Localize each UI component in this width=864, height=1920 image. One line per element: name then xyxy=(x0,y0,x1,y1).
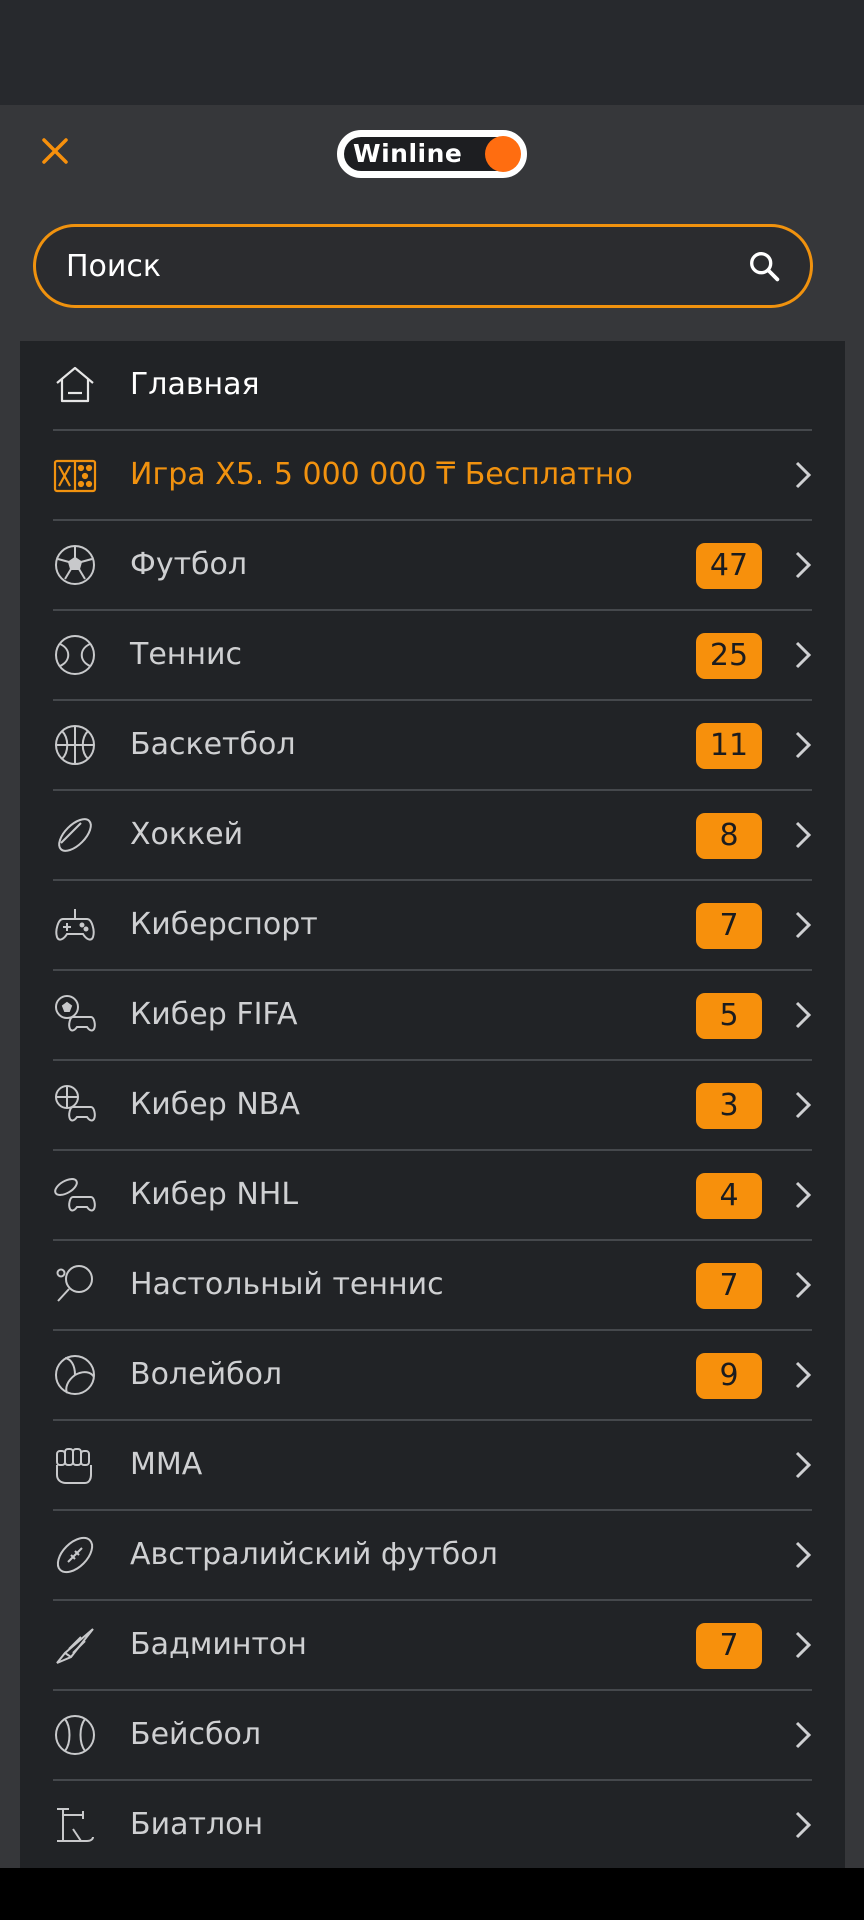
chevron-right-icon xyxy=(795,551,812,579)
menu-item-label: Футбол xyxy=(130,547,248,582)
event-count-badge: 11 xyxy=(696,723,762,769)
chevron-right-icon xyxy=(795,1451,812,1479)
home-icon xyxy=(56,366,94,403)
search-box[interactable] xyxy=(33,224,813,308)
menu-item-promo-x5[interactable]: Игра X5. 5 000 000 ₸ Бесплатно xyxy=(53,431,812,521)
soccer-ball-icon xyxy=(55,545,95,585)
close-icon xyxy=(42,138,68,164)
menu-item-label: Бейсбол xyxy=(130,1717,262,1752)
menu-item-label: Бадминтон xyxy=(130,1627,307,1662)
menu-item-badminton[interactable]: Бадминтон 7 xyxy=(53,1601,812,1691)
basketball-icon xyxy=(55,725,95,765)
event-count-badge: 25 xyxy=(696,633,762,679)
chevron-right-icon xyxy=(795,461,812,489)
menu-item-cyber-fifa[interactable]: Кибер FIFA 5 xyxy=(53,971,812,1061)
dice-x5-icon xyxy=(53,459,97,493)
event-count-badge: 8 xyxy=(696,813,762,859)
event-count-badge: 5 xyxy=(696,993,762,1039)
gamepad-icon xyxy=(55,909,95,941)
event-count-badge: 7 xyxy=(696,1623,762,1669)
menu-item-mma[interactable]: ММА xyxy=(53,1421,812,1511)
hockey-puck-icon xyxy=(58,818,92,852)
menu-item-label: Теннис xyxy=(130,637,243,672)
menu-item-baseball[interactable]: Бейсбол xyxy=(53,1691,812,1781)
menu-item-australian-football[interactable]: Австралийский футбол xyxy=(53,1511,812,1601)
event-count-badge: 4 xyxy=(696,1173,762,1219)
chevron-right-icon xyxy=(795,1631,812,1659)
logo-text: Winline xyxy=(353,139,463,168)
menu-item-label: Игра X5. 5 000 000 ₸ Бесплатно xyxy=(130,457,633,492)
chevron-right-icon xyxy=(795,821,812,849)
event-count-badge: 7 xyxy=(696,903,762,949)
cyber-nhl-icon xyxy=(54,1178,96,1212)
menu-item-hockey[interactable]: Хоккей 8 xyxy=(53,791,812,881)
chevron-right-icon xyxy=(795,1721,812,1749)
menu-item-label: Киберспорт xyxy=(130,907,318,942)
search-input[interactable] xyxy=(66,241,706,291)
menu-item-cyber-nba[interactable]: Кибер NBA 3 xyxy=(53,1061,812,1151)
menu-item-label: ММА xyxy=(130,1447,203,1482)
logo-dot xyxy=(485,136,521,172)
menu-item-esports[interactable]: Киберспорт 7 xyxy=(53,881,812,971)
menu-item-football[interactable]: Футбол 47 xyxy=(53,521,812,611)
menu-item-basketball[interactable]: Баскетбол 11 xyxy=(53,701,812,791)
event-count-badge: 3 xyxy=(696,1083,762,1129)
event-count-badge: 7 xyxy=(696,1263,762,1309)
volleyball-icon xyxy=(55,1355,95,1395)
menu-item-label: Главная xyxy=(130,367,260,402)
menu-item-label: Настольный теннис xyxy=(130,1267,444,1302)
winline-logo: Winline xyxy=(337,130,527,178)
menu-item-label: Хоккей xyxy=(130,817,244,852)
sports-menu: Главная Игра X5. 5 000 000 ₸ Бесплатно Ф… xyxy=(20,341,845,1871)
system-navigation-bar xyxy=(0,1868,864,1920)
menu-item-label: Биатлон xyxy=(130,1807,264,1842)
chevron-right-icon xyxy=(795,911,812,939)
status-bar xyxy=(0,0,864,105)
close-button[interactable] xyxy=(30,126,80,176)
chevron-right-icon xyxy=(795,1361,812,1389)
menu-item-label: Австралийский футбол xyxy=(130,1537,498,1572)
chevron-right-icon xyxy=(795,1091,812,1119)
menu-item-label: Волейбол xyxy=(130,1357,283,1392)
mma-fist-icon xyxy=(56,1448,92,1484)
chevron-right-icon xyxy=(795,1541,812,1569)
table-tennis-icon xyxy=(56,1265,93,1302)
search-icon[interactable] xyxy=(746,248,784,286)
menu-item-table-tennis[interactable]: Настольный теннис 7 xyxy=(53,1241,812,1331)
menu-item-volleyball[interactable]: Волейбол 9 xyxy=(53,1331,812,1421)
menu-item-label: Кибер NHL xyxy=(130,1177,299,1212)
cyber-fifa-icon xyxy=(55,995,96,1032)
menu-item-label: Кибер FIFA xyxy=(130,997,298,1032)
chevron-right-icon xyxy=(795,1001,812,1029)
chevron-right-icon xyxy=(795,731,812,759)
menu-item-home[interactable]: Главная xyxy=(53,341,812,431)
chevron-right-icon xyxy=(795,641,812,669)
menu-item-tennis[interactable]: Теннис 25 xyxy=(53,611,812,701)
baseball-icon xyxy=(55,1715,95,1755)
shuttlecock-icon xyxy=(56,1628,94,1664)
chevron-right-icon xyxy=(795,1271,812,1299)
chevron-right-icon xyxy=(795,1811,812,1839)
tennis-ball-icon xyxy=(55,635,95,675)
chevron-right-icon xyxy=(795,1181,812,1209)
menu-item-cyber-nhl[interactable]: Кибер NHL 4 xyxy=(53,1151,812,1241)
event-count-badge: 47 xyxy=(696,543,762,589)
menu-item-biathlon[interactable]: Биатлон xyxy=(53,1781,812,1871)
menu-item-label: Кибер NBA xyxy=(130,1087,300,1122)
event-count-badge: 9 xyxy=(696,1353,762,1399)
menu-item-label: Баскетбол xyxy=(130,727,296,762)
australian-football-icon xyxy=(56,1536,94,1574)
cyber-nba-icon xyxy=(55,1085,96,1122)
biathlon-icon xyxy=(57,1808,94,1842)
